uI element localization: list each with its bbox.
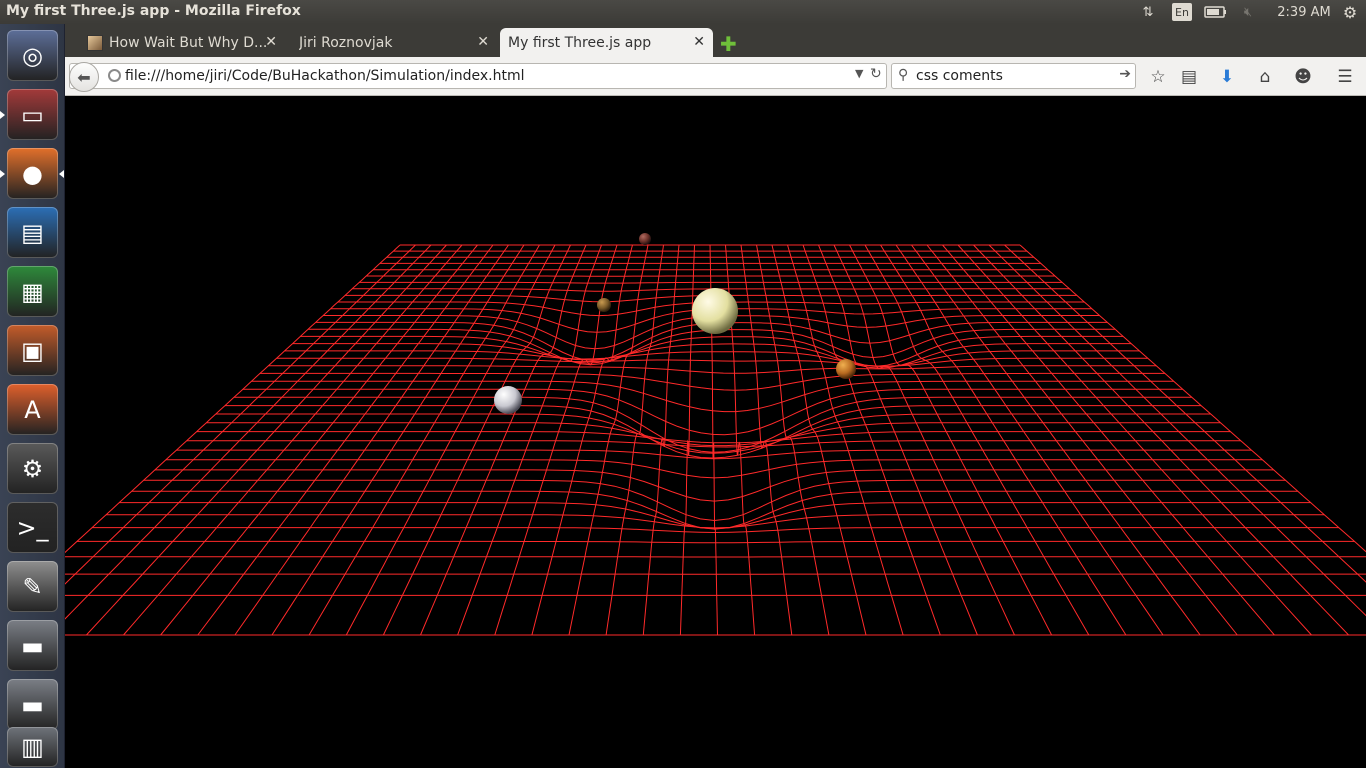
- reload-icon[interactable]: ↻: [870, 66, 882, 82]
- grid-line: [106, 514, 1325, 529]
- page-content[interactable]: [65, 97, 1366, 768]
- spacetime-grid-scene[interactable]: [65, 97, 1366, 768]
- grid-line: [988, 244, 1366, 617]
- terminal-icon: >_: [16, 513, 49, 542]
- grid-line: [65, 244, 432, 620]
- launcher-calc[interactable]: ▦: [7, 266, 58, 317]
- running-indicator: [0, 170, 5, 178]
- launcher-impress[interactable]: ▣: [7, 325, 58, 376]
- grid-line: [271, 244, 525, 636]
- calc-sheet-icon: ▦: [21, 277, 44, 306]
- network-icon[interactable]: ⇅: [1138, 2, 1158, 22]
- session-gear-icon[interactable]: ⚙: [1340, 2, 1360, 22]
- launcher-firefox[interactable]: ●: [7, 148, 58, 199]
- top-panel: My first Three.js app - Mozilla Firefox …: [0, 0, 1366, 24]
- window-title: My first Three.js app - Mozilla Firefox: [6, 3, 301, 19]
- hard-drive-icon: ▬: [21, 631, 44, 660]
- launcher-system-settings[interactable]: ⚙: [7, 443, 58, 494]
- launcher-dash-home[interactable]: ◎: [7, 30, 58, 81]
- tab-jiri-roznovjak[interactable]: Jiri Roznovjak ✕: [291, 28, 497, 57]
- grid-line: [1019, 244, 1366, 553]
- chat-bubble-icon[interactable]: ☻: [1291, 65, 1315, 89]
- tab-three-js-app[interactable]: My first Three.js app ✕: [500, 28, 713, 57]
- navigation-bar: ⬅ file:///home/jiri/Code/BuHackathon/Sim…: [65, 57, 1366, 96]
- file-cabinet-icon: ▭: [21, 100, 44, 129]
- shopping-bag-icon: A: [24, 395, 41, 424]
- writer-doc-icon: ▤: [21, 218, 44, 247]
- grid-line: [457, 244, 602, 636]
- grid-line: [65, 244, 401, 554]
- battery-icon[interactable]: [1203, 2, 1229, 22]
- launcher-writer[interactable]: ▤: [7, 207, 58, 258]
- grid-line: [345, 244, 556, 636]
- hard-drive-icon: ▬: [21, 690, 44, 719]
- launcher-text-editor[interactable]: ✎: [7, 561, 58, 612]
- distant-planet-sphere: [639, 233, 651, 245]
- text-editor-icon: ✎: [22, 572, 43, 601]
- tab-bar: How Wait But Why D... ✕ Jiri Roznovjak ✕…: [65, 24, 1366, 57]
- keyboard-layout-indicator[interactable]: En: [1172, 3, 1192, 21]
- back-arrow-icon: ⬅: [77, 67, 91, 87]
- grid-line: [420, 244, 587, 636]
- launcher-software-center[interactable]: A: [7, 384, 58, 435]
- grid-line: [911, 244, 1201, 636]
- clock[interactable]: 2:39 AM: [1276, 2, 1332, 22]
- wait-but-why-favicon-icon: [87, 34, 103, 51]
- close-icon[interactable]: ✕: [693, 34, 705, 50]
- grid-line: [926, 244, 1238, 636]
- back-button[interactable]: ⬅: [69, 62, 99, 92]
- grid-line: [880, 244, 1127, 636]
- tab-wait-but-why[interactable]: How Wait But Why D... ✕: [79, 28, 285, 57]
- ubuntu-logo-icon: ◎: [22, 41, 43, 70]
- globe-icon[interactable]: [108, 69, 121, 82]
- white-planet-sphere: [494, 386, 522, 414]
- close-icon[interactable]: ✕: [265, 34, 277, 50]
- grid-line: [957, 244, 1312, 636]
- small-brown-planet-sphere: [597, 298, 611, 312]
- url-bar[interactable]: ⬅ file:///home/jiri/Code/BuHackathon/Sim…: [69, 62, 887, 92]
- grid-line: [308, 244, 540, 636]
- downloads-arrow-icon[interactable]: ⬇: [1215, 65, 1239, 89]
- launcher-files[interactable]: ▭: [7, 89, 58, 140]
- launcher-trash[interactable]: ▥: [7, 727, 58, 767]
- search-input[interactable]: css coments: [916, 68, 1003, 84]
- grid-line: [1004, 244, 1366, 583]
- tab-label: My first Three.js app: [508, 34, 652, 51]
- launcher-drive-2[interactable]: ▬: [7, 679, 58, 730]
- url-text[interactable]: file:///home/jiri/Code/BuHackathon/Simul…: [125, 68, 524, 84]
- running-indicator: [0, 111, 5, 119]
- firefox-icon: ●: [22, 159, 43, 188]
- home-icon[interactable]: ⌂: [1253, 65, 1277, 89]
- grid-line: [942, 244, 1275, 636]
- sun-sphere: [692, 288, 738, 334]
- tab-label: How Wait But Why D...: [109, 34, 268, 51]
- gear-wrench-icon: ⚙: [21, 454, 44, 483]
- tab-label: Jiri Roznovjak: [299, 34, 393, 51]
- grid-line: [234, 244, 509, 636]
- grid-line: [197, 244, 494, 636]
- grid-line: [160, 244, 478, 636]
- trash-icon: ▥: [21, 733, 44, 761]
- bookmarks-list-icon[interactable]: ▤: [1177, 65, 1201, 89]
- impress-slide-icon: ▣: [21, 336, 44, 365]
- search-icon: ⚲: [898, 67, 909, 83]
- close-icon[interactable]: ✕: [477, 34, 489, 50]
- url-history-dropdown-icon[interactable]: ▼: [855, 67, 863, 80]
- search-field[interactable]: ⚲ css coments ➔: [891, 63, 1136, 89]
- orange-planet-sphere: [836, 359, 856, 379]
- launcher: ◎ ▭ ● ▤ ▦ ▣ A ⚙ >_ ✎ ▬ ▬ ▥: [0, 24, 65, 768]
- search-go-arrow-icon[interactable]: ➔: [1119, 66, 1131, 82]
- launcher-drive-1[interactable]: ▬: [7, 620, 58, 671]
- menu-hamburger-icon[interactable]: ☰: [1333, 65, 1357, 89]
- bookmark-star-icon[interactable]: ☆: [1146, 65, 1170, 89]
- new-tab-plus-icon[interactable]: ✚: [720, 32, 737, 56]
- grid-line: [86, 244, 447, 636]
- focused-indicator: [59, 170, 64, 178]
- volume-muted-icon[interactable]: 🔇︎: [1238, 2, 1258, 22]
- launcher-terminal[interactable]: >_: [7, 502, 58, 553]
- grid-line: [605, 244, 664, 636]
